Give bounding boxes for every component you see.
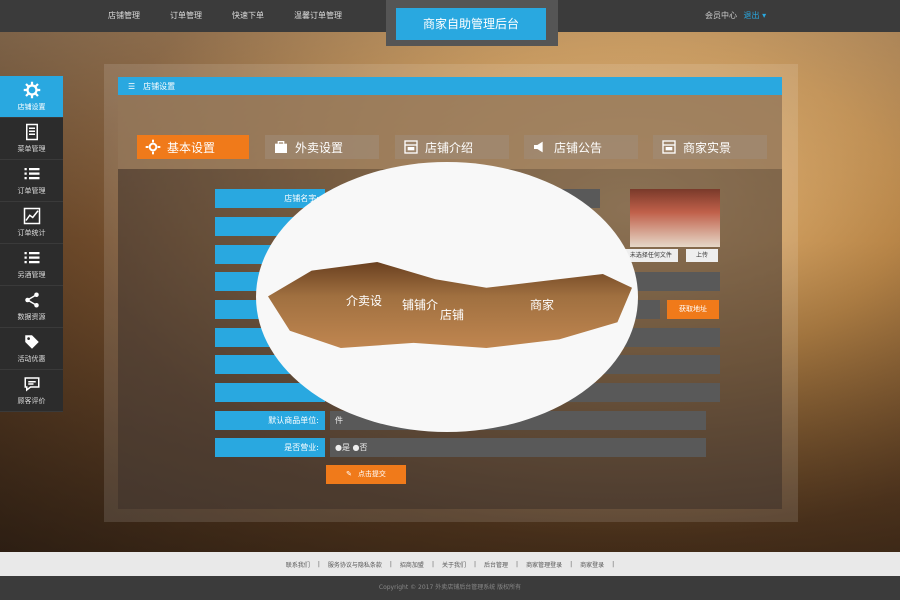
megaphone-icon [534,141,543,153]
footer-link[interactable]: 联系我们 [286,560,310,569]
footer-link[interactable]: 商家管理登录 [526,560,562,569]
window-icon [404,140,418,154]
sidebar-label: 店铺设置 [17,103,46,111]
gear-icon [23,81,40,99]
copyright: Copyright © 2017 外卖店铺后台管理系统 版权所有 [0,576,900,600]
sidebar-label: 活动优惠 [17,355,46,363]
bag-icon [275,141,287,153]
top-nav-orders[interactable]: 订单管理 [170,10,202,21]
gear-icon [145,139,161,155]
tab-delivery-settings[interactable]: 外卖设置 [265,135,379,159]
label-open-status: 是否营业: [215,438,325,457]
submit-label: 点击提交 [357,470,386,478]
tab-store-intro[interactable]: 店铺介绍 [395,135,509,159]
sidebar-label: 另酒管理 [17,271,46,279]
sidebar: 店铺设置 菜单管理 订单管理 订单统计 另酒管理 数据资源 活动优惠 顾客评价 [0,76,63,412]
tab-label: 商家实景 [683,140,732,155]
window-icon [662,140,676,154]
sidebar-item-data[interactable]: 数据资源 [0,286,63,328]
open-status-radio[interactable]: ●是 ●否 [330,438,706,457]
sidebar-label: 订单管理 [17,187,46,195]
top-nav-warm-orders[interactable]: 温馨订单管理 [294,10,342,21]
member-label[interactable]: 会员中心 [705,11,737,20]
panel-header: ☰ 店铺设置 [118,77,782,95]
footer-link[interactable]: 招商加盟 [400,560,424,569]
tab-store-notice[interactable]: 店铺公告 [524,135,638,159]
sidebar-label: 订单统计 [17,229,46,237]
sidebar-label: 数据资源 [17,313,46,321]
share-icon [24,292,39,308]
tab-label: 基本设置 [167,140,216,155]
brand-box: 商家自助管理后台 [386,0,558,46]
storefront-photo [630,189,720,247]
collage-text-2: 铺铺介 [402,298,439,312]
tab-basic-settings[interactable]: 基本设置 [137,135,249,159]
tab-label: 外卖设置 [295,140,344,155]
edit-icon: ✎ [346,470,352,478]
chevron-down-icon[interactable]: ▾ [762,11,766,20]
sidebar-label: 顾客评价 [17,397,46,405]
footer-divider: | [389,560,392,568]
collage-text-4: 商家 [530,298,555,312]
list-icon [24,252,39,264]
chat-icon [24,377,39,392]
tab-label: 店铺介绍 [425,140,474,155]
footer-link[interactable]: 商家登录 [580,560,604,569]
top-nav-quick-order[interactable]: 快速下单 [232,10,264,21]
list-icon: ☰ [128,81,136,91]
tab-bar: 基本设置 外卖设置 店铺介绍 店铺公告 商家实景 [118,95,782,169]
tab-label: 店铺公告 [554,140,603,155]
locate-button[interactable]: 获取地址 [667,300,719,319]
sidebar-item-reviews[interactable]: 顾客评价 [0,370,63,412]
sidebar-item-promotions[interactable]: 活动优惠 [0,328,63,370]
sidebar-label: 菜单管理 [17,145,46,153]
upload-button[interactable]: 上传 [686,249,718,262]
footer-divider: | [516,560,519,568]
footer-divider: | [612,560,615,568]
panel-title: 店铺设置 [143,81,176,91]
chart-icon [23,207,40,225]
logout-link[interactable]: 退出 [744,11,760,20]
footer-divider: | [317,560,320,568]
footer-divider: | [473,560,477,568]
collage-text-3: 店铺 [440,308,465,322]
sidebar-item-drinks[interactable]: 另酒管理 [0,244,63,286]
footer-link[interactable]: 服务协议与隐私条款 [328,560,382,569]
footer-link[interactable]: 关于我们 [442,560,466,569]
tab-store-photos[interactable]: 商家实景 [653,135,767,159]
footer-link[interactable]: 后台管理 [484,560,508,569]
footer-divider: | [570,560,573,568]
footer-links: 联系我们 | 服务协议与隐私条款 | 招商加盟 | 关于我们 | 后台管理 | 商家管理登… [0,552,900,576]
footer-divider: | [431,560,434,568]
collage-text-1: 介卖设 [346,294,383,308]
sidebar-item-order-stats[interactable]: 订单统计 [0,202,63,244]
brand-title: 商家自助管理后台 [396,8,546,40]
document-icon [25,123,38,141]
sidebar-item-menu[interactable]: 菜单管理 [0,118,63,160]
member-area: 会员中心 退出 ▾ [705,10,766,21]
submit-button[interactable]: ✎ 点击提交 [326,465,406,484]
sidebar-item-orders[interactable]: 订单管理 [0,160,63,202]
top-nav-store[interactable]: 店铺管理 [108,10,140,21]
label-default-unit: 默认商品单位: [215,411,325,430]
top-nav: 店铺管理 订单管理 快速下单 温馨订单管理 [108,10,342,21]
tag-icon [24,335,39,349]
list-icon [24,168,39,180]
sidebar-item-store-settings[interactable]: 店铺设置 [0,76,63,118]
